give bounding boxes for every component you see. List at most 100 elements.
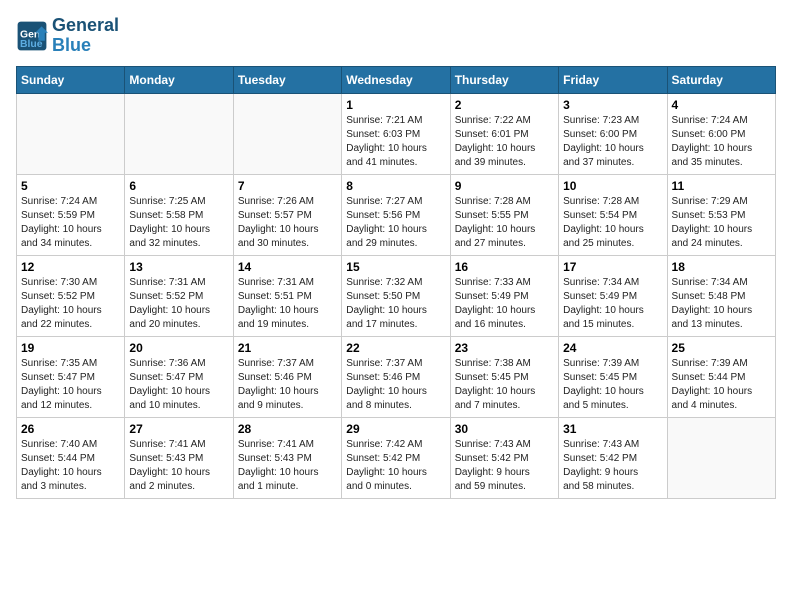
cell-info: Sunrise: 7:33 AM Sunset: 5:49 PM Dayligh… bbox=[455, 276, 554, 332]
day-of-week-header: Tuesday bbox=[233, 66, 341, 93]
day-number: 21 bbox=[238, 341, 337, 355]
day-number: 13 bbox=[129, 260, 228, 274]
cell-info: Sunrise: 7:29 AM Sunset: 5:53 PM Dayligh… bbox=[672, 195, 771, 251]
day-number: 23 bbox=[455, 341, 554, 355]
calendar-cell: 18 Sunrise: 7:34 AM Sunset: 5:48 PM Dayli… bbox=[667, 255, 775, 336]
day-number: 10 bbox=[563, 179, 662, 193]
cell-info: Sunrise: 7:34 AM Sunset: 5:48 PM Dayligh… bbox=[672, 276, 771, 332]
calendar-cell bbox=[17, 93, 125, 174]
day-number: 16 bbox=[455, 260, 554, 274]
calendar-cell: 11 Sunrise: 7:29 AM Sunset: 5:53 PM Dayli… bbox=[667, 174, 775, 255]
cell-info: Sunrise: 7:35 AM Sunset: 5:47 PM Dayligh… bbox=[21, 357, 120, 413]
calendar-cell: 17 Sunrise: 7:34 AM Sunset: 5:49 PM Dayli… bbox=[559, 255, 667, 336]
day-number: 20 bbox=[129, 341, 228, 355]
cell-info: Sunrise: 7:34 AM Sunset: 5:49 PM Dayligh… bbox=[563, 276, 662, 332]
calendar-cell: 15Sunrise: 7:32 AM Sunset: 5:50 PM Dayli… bbox=[342, 255, 450, 336]
logo-icon: Gen Blue bbox=[16, 20, 48, 52]
calendar-cell: 1 Sunrise: 7:21 AM Sunset: 6:03 PM Daylig… bbox=[342, 93, 450, 174]
day-of-week-header: Wednesday bbox=[342, 66, 450, 93]
day-number: 5 bbox=[21, 179, 120, 193]
cell-info: Sunrise: 7:26 AM Sunset: 5:57 PM Dayligh… bbox=[238, 195, 337, 251]
day-number: 1 bbox=[346, 98, 445, 112]
day-of-week-header: Friday bbox=[559, 66, 667, 93]
cell-info: Sunrise: 7:25 AM Sunset: 5:58 PM Dayligh… bbox=[129, 195, 228, 251]
calendar-cell: 23 Sunrise: 7:38 AM Sunset: 5:45 PM Dayli… bbox=[450, 336, 558, 417]
calendar-cell: 3 Sunrise: 7:23 AM Sunset: 6:00 PM Daylig… bbox=[559, 93, 667, 174]
calendar-week-row: 12Sunrise: 7:30 AM Sunset: 5:52 PM Dayli… bbox=[17, 255, 776, 336]
cell-info: Sunrise: 7:37 AM Sunset: 5:46 PM Dayligh… bbox=[238, 357, 337, 413]
day-number: 11 bbox=[672, 179, 771, 193]
day-number: 2 bbox=[455, 98, 554, 112]
cell-info: Sunrise: 7:39 AM Sunset: 5:44 PM Dayligh… bbox=[672, 357, 771, 413]
calendar-cell: 21 Sunrise: 7:37 AM Sunset: 5:46 PM Dayli… bbox=[233, 336, 341, 417]
cell-info: Sunrise: 7:40 AM Sunset: 5:44 PM Dayligh… bbox=[21, 438, 120, 494]
calendar-week-row: 19 Sunrise: 7:35 AM Sunset: 5:47 PM Dayli… bbox=[17, 336, 776, 417]
cell-info: Sunrise: 7:32 AM Sunset: 5:50 PM Dayligh… bbox=[346, 276, 445, 332]
calendar-cell: 7 Sunrise: 7:26 AM Sunset: 5:57 PM Daylig… bbox=[233, 174, 341, 255]
day-number: 30 bbox=[455, 422, 554, 436]
cell-info: Sunrise: 7:23 AM Sunset: 6:00 PM Dayligh… bbox=[563, 114, 662, 170]
cell-info: Sunrise: 7:21 AM Sunset: 6:03 PM Dayligh… bbox=[346, 114, 445, 170]
cell-info: Sunrise: 7:27 AM Sunset: 5:56 PM Dayligh… bbox=[346, 195, 445, 251]
cell-info: Sunrise: 7:43 AM Sunset: 5:42 PM Dayligh… bbox=[563, 438, 662, 494]
day-number: 17 bbox=[563, 260, 662, 274]
calendar-cell: 8 Sunrise: 7:27 AM Sunset: 5:56 PM Daylig… bbox=[342, 174, 450, 255]
day-number: 26 bbox=[21, 422, 120, 436]
calendar-cell: 22 Sunrise: 7:37 AM Sunset: 5:46 PM Dayli… bbox=[342, 336, 450, 417]
logo-text: General Blue bbox=[52, 16, 119, 56]
cell-info: Sunrise: 7:24 AM Sunset: 6:00 PM Dayligh… bbox=[672, 114, 771, 170]
cell-info: Sunrise: 7:28 AM Sunset: 5:54 PM Dayligh… bbox=[563, 195, 662, 251]
calendar-week-row: 5 Sunrise: 7:24 AM Sunset: 5:59 PM Daylig… bbox=[17, 174, 776, 255]
cell-info: Sunrise: 7:28 AM Sunset: 5:55 PM Dayligh… bbox=[455, 195, 554, 251]
day-number: 6 bbox=[129, 179, 228, 193]
day-number: 31 bbox=[563, 422, 662, 436]
calendar: SundayMondayTuesdayWednesdayThursdayFrid… bbox=[16, 66, 776, 499]
cell-info: Sunrise: 7:37 AM Sunset: 5:46 PM Dayligh… bbox=[346, 357, 445, 413]
header: Gen Blue General Blue bbox=[16, 16, 776, 56]
calendar-cell: 24Sunrise: 7:39 AM Sunset: 5:45 PM Dayli… bbox=[559, 336, 667, 417]
day-number: 8 bbox=[346, 179, 445, 193]
logo: Gen Blue General Blue bbox=[16, 16, 119, 56]
calendar-cell: 2 Sunrise: 7:22 AM Sunset: 6:01 PM Daylig… bbox=[450, 93, 558, 174]
cell-info: Sunrise: 7:31 AM Sunset: 5:51 PM Dayligh… bbox=[238, 276, 337, 332]
day-number: 4 bbox=[672, 98, 771, 112]
day-of-week-header: Monday bbox=[125, 66, 233, 93]
day-number: 18 bbox=[672, 260, 771, 274]
calendar-cell: 14Sunrise: 7:31 AM Sunset: 5:51 PM Dayli… bbox=[233, 255, 341, 336]
calendar-cell: 19 Sunrise: 7:35 AM Sunset: 5:47 PM Dayli… bbox=[17, 336, 125, 417]
cell-info: Sunrise: 7:42 AM Sunset: 5:42 PM Dayligh… bbox=[346, 438, 445, 494]
calendar-cell: 28Sunrise: 7:41 AM Sunset: 5:43 PM Dayli… bbox=[233, 417, 341, 498]
calendar-cell: 29Sunrise: 7:42 AM Sunset: 5:42 PM Dayli… bbox=[342, 417, 450, 498]
day-of-week-header: Thursday bbox=[450, 66, 558, 93]
calendar-cell: 20 Sunrise: 7:36 AM Sunset: 5:47 PM Dayli… bbox=[125, 336, 233, 417]
calendar-cell bbox=[125, 93, 233, 174]
day-number: 24 bbox=[563, 341, 662, 355]
calendar-cell: 4 Sunrise: 7:24 AM Sunset: 6:00 PM Daylig… bbox=[667, 93, 775, 174]
calendar-cell bbox=[233, 93, 341, 174]
calendar-cell bbox=[667, 417, 775, 498]
svg-text:Blue: Blue bbox=[20, 39, 43, 50]
cell-info: Sunrise: 7:41 AM Sunset: 5:43 PM Dayligh… bbox=[129, 438, 228, 494]
cell-info: Sunrise: 7:24 AM Sunset: 5:59 PM Dayligh… bbox=[21, 195, 120, 251]
day-number: 9 bbox=[455, 179, 554, 193]
day-of-week-header: Sunday bbox=[17, 66, 125, 93]
day-number: 28 bbox=[238, 422, 337, 436]
calendar-cell: 12Sunrise: 7:30 AM Sunset: 5:52 PM Dayli… bbox=[17, 255, 125, 336]
cell-info: Sunrise: 7:36 AM Sunset: 5:47 PM Dayligh… bbox=[129, 357, 228, 413]
cell-info: Sunrise: 7:38 AM Sunset: 5:45 PM Dayligh… bbox=[455, 357, 554, 413]
cell-info: Sunrise: 7:22 AM Sunset: 6:01 PM Dayligh… bbox=[455, 114, 554, 170]
calendar-cell: 27 Sunrise: 7:41 AM Sunset: 5:43 PM Dayli… bbox=[125, 417, 233, 498]
calendar-cell: 25 Sunrise: 7:39 AM Sunset: 5:44 PM Dayli… bbox=[667, 336, 775, 417]
day-number: 3 bbox=[563, 98, 662, 112]
calendar-cell: 16 Sunrise: 7:33 AM Sunset: 5:49 PM Dayli… bbox=[450, 255, 558, 336]
cell-info: Sunrise: 7:31 AM Sunset: 5:52 PM Dayligh… bbox=[129, 276, 228, 332]
calendar-cell: 10 Sunrise: 7:28 AM Sunset: 5:54 PM Dayli… bbox=[559, 174, 667, 255]
day-number: 27 bbox=[129, 422, 228, 436]
day-number: 7 bbox=[238, 179, 337, 193]
day-number: 22 bbox=[346, 341, 445, 355]
day-number: 25 bbox=[672, 341, 771, 355]
calendar-cell: 5 Sunrise: 7:24 AM Sunset: 5:59 PM Daylig… bbox=[17, 174, 125, 255]
day-number: 19 bbox=[21, 341, 120, 355]
calendar-week-row: 1 Sunrise: 7:21 AM Sunset: 6:03 PM Daylig… bbox=[17, 93, 776, 174]
calendar-header-row: SundayMondayTuesdayWednesdayThursdayFrid… bbox=[17, 66, 776, 93]
